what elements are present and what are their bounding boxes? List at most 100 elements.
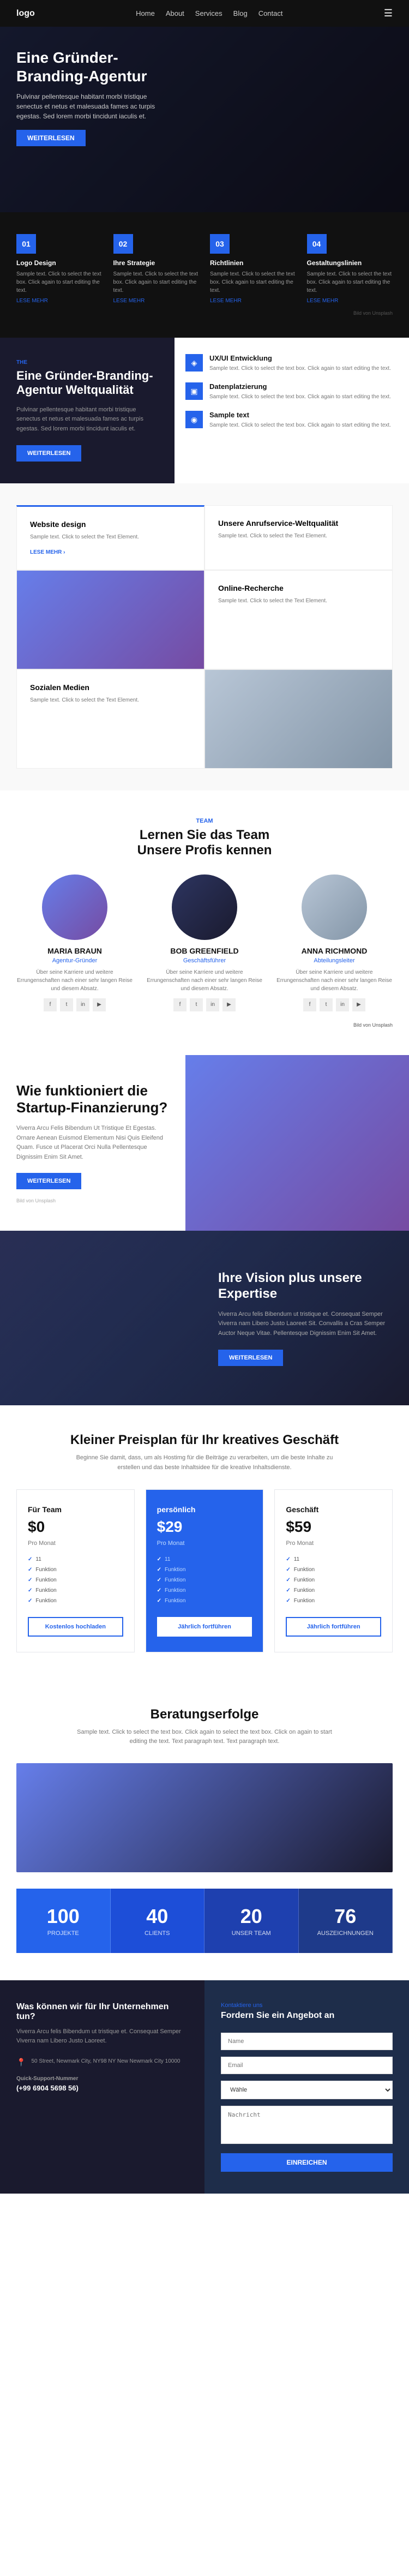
pricing-feature: Funktion [286, 1596, 381, 1606]
contact-address: 📍 50 Street, Newmark City, NY98 NY New N… [16, 2057, 188, 2067]
contact-left: Was können wir für Ihr Unternehmen tun? … [0, 1980, 204, 2194]
step-4-link[interactable]: LESE MEHR [307, 298, 393, 304]
service-4-title: Sozialen Medien [30, 683, 191, 692]
nav-about[interactable]: About [166, 9, 184, 17]
step-4-title: Gestaltungslinien [307, 259, 393, 267]
pricing-business-btn[interactable]: Jährlich fortführen [286, 1617, 381, 1637]
form-message-input[interactable] [221, 2106, 393, 2144]
stats-grid: 100 PROJEKTE 40 CLIENTS 20 UNSER TEAM 76… [16, 1889, 393, 1953]
team-member-2: BOB GREENFIELD Geschäftsführer Über sein… [146, 874, 263, 1011]
service-3-title: Online-Recherche [218, 584, 379, 592]
pricing-feature: Funktion [157, 1565, 252, 1575]
steps-grid: 01 Logo Design Sample text. Click to sel… [16, 234, 393, 304]
pricing-header: Kleiner Preisplan für Ihr kreatives Gesc… [16, 1433, 393, 1472]
pricing-team: Für Team $0 Pro Monat 11 Funktion Funkti… [16, 1489, 135, 1652]
vision-description: Viverra Arcu felis Bibendum ut tristique… [218, 1310, 393, 1339]
branding-item-3: ◉ Sample text Sample text. Click to sele… [185, 411, 398, 429]
steps-credit: Bild von Unsplash [16, 310, 393, 316]
branding-tag: THE [16, 360, 158, 366]
startup-left: Wie funktioniert die Startup-Finanzierun… [0, 1055, 185, 1231]
twitter-icon-2[interactable]: t [190, 998, 203, 1011]
instagram-icon[interactable]: in [76, 998, 89, 1011]
contact-phone-label: Quick-Support-Nummer (+99 6904 5698 56) [16, 2076, 188, 2092]
team-role-2: Geschäftsführer [146, 957, 263, 964]
branding-icon-2: ▣ [185, 382, 203, 400]
service-card-1: Website design Sample text. Click to sel… [16, 505, 204, 570]
hero-content: Eine Gründer-Branding-Agentur Pulvinar p… [0, 27, 409, 168]
service-image-1 [17, 571, 204, 669]
pricing-feature: 11 [28, 1554, 123, 1565]
startup-btn[interactable]: WEITERLESEN [16, 1173, 81, 1189]
service-image-2 [205, 670, 392, 768]
team-grid: MARIA BRAUN Agentur-Gründer Über seine K… [16, 874, 393, 1011]
pricing-personal: persönlich $29 Pro Monat 11 Funktion Fun… [146, 1489, 264, 1652]
step-1-link[interactable]: LESE MEHR [16, 298, 103, 304]
twitter-icon[interactable]: t [60, 998, 73, 1011]
hero-description: Pulvinar pellentesque habitant morbi tri… [16, 92, 158, 121]
stats-title: Beratungserfolge [16, 1707, 393, 1722]
nav-contact[interactable]: Contact [258, 9, 283, 17]
youtube-icon-2[interactable]: ▶ [222, 998, 236, 1011]
stat-clients-number: 40 [116, 1905, 199, 1928]
facebook-icon[interactable]: f [44, 998, 57, 1011]
stat-team-number: 20 [210, 1905, 293, 1928]
team-socials-3: f t in ▶ [276, 998, 393, 1011]
service-4-text: Sample text. Click to select the Text El… [30, 696, 191, 704]
branding-item-3-title: Sample text [209, 411, 391, 419]
startup-credit: Bild von Unsplash [16, 1198, 169, 1203]
team-avatar-3 [302, 874, 367, 940]
branding-btn[interactable]: WEITERLESEN [16, 445, 81, 462]
step-3-title: Richtlinien [210, 259, 296, 267]
pricing-feature: Funktion [157, 1585, 252, 1596]
youtube-icon-3[interactable]: ▶ [352, 998, 365, 1011]
branding-item-2: ▣ Datenplatzierung Sample text. Click to… [185, 382, 398, 401]
menu-icon[interactable]: ☰ [384, 8, 393, 19]
form-select-field: Wähle [221, 2081, 393, 2099]
team-role-3: Abteilungsleiter [276, 957, 393, 964]
pricing-feature: Funktion [28, 1585, 123, 1596]
step-3: 03 Richtlinien Sample text. Click to sel… [210, 234, 296, 304]
branding-right: ◈ UX/UI Entwicklung Sample text. Click t… [175, 338, 409, 483]
service-1-link[interactable]: LESE MEHR › [30, 549, 65, 555]
pricing-team-btn[interactable]: Kostenlos hochladen [28, 1617, 123, 1637]
nav-services[interactable]: Services [195, 9, 222, 17]
stat-clients-label: CLIENTS [116, 1930, 199, 1937]
facebook-icon-3[interactable]: f [303, 998, 316, 1011]
hero-cta-button[interactable]: WEITERLESEN [16, 130, 86, 146]
youtube-icon[interactable]: ▶ [93, 998, 106, 1011]
form-name-input[interactable] [221, 2033, 393, 2050]
pricing-feature: Funktion [28, 1575, 123, 1585]
logo[interactable]: logo [16, 9, 35, 19]
pricing-feature: Funktion [286, 1585, 381, 1596]
form-select[interactable]: Wähle [221, 2081, 393, 2099]
instagram-icon-2[interactable]: in [206, 998, 219, 1011]
instagram-icon-3[interactable]: in [336, 998, 349, 1011]
pricing-personal-btn[interactable]: Jährlich fortführen [157, 1617, 252, 1637]
nav-home[interactable]: Home [136, 9, 155, 17]
team-socials-1: f t in ▶ [16, 998, 133, 1011]
service-3-text: Sample text. Click to select the Text El… [218, 597, 379, 605]
vision-content: Ihre Vision plus unsere Expertise Viverr… [218, 1271, 393, 1365]
pricing-feature: 11 [157, 1554, 252, 1565]
pricing-business: Geschäft $59 Pro Monat 11 Funktion Funkt… [274, 1489, 393, 1652]
contact-phone-number: (+99 6904 5698 56) [16, 2084, 79, 2092]
facebook-icon-2[interactable]: f [173, 998, 187, 1011]
vision-btn[interactable]: WEITERLESEN [218, 1350, 283, 1366]
twitter-icon-3[interactable]: t [320, 998, 333, 1011]
nav-blog[interactable]: Blog [233, 9, 248, 17]
branding-item-1-title: UX/UI Entwicklung [209, 354, 391, 362]
form-submit-button[interactable]: EINREICHEN [221, 2153, 393, 2172]
branding-item-3-text: Sample text. Click to select the text bo… [209, 421, 391, 429]
stat-awards-number: 76 [304, 1905, 387, 1928]
form-name-field [221, 2033, 393, 2050]
form-email-input[interactable] [221, 2057, 393, 2074]
contact-address-text: 50 Street, Newmark City, NY98 NY New New… [31, 2057, 180, 2065]
team-credit: Bild von Unsplash [16, 1022, 393, 1028]
pricing-feature: Funktion [286, 1575, 381, 1585]
step-2-link[interactable]: LESE MEHR [113, 298, 200, 304]
pricing-feature: Funktion [157, 1596, 252, 1606]
step-3-link[interactable]: LESE MEHR [210, 298, 296, 304]
step-2-text: Sample text. Click to select the text bo… [113, 270, 200, 295]
team-subtitle: Team [16, 818, 393, 824]
team-name-2: BOB GREENFIELD [146, 946, 263, 955]
